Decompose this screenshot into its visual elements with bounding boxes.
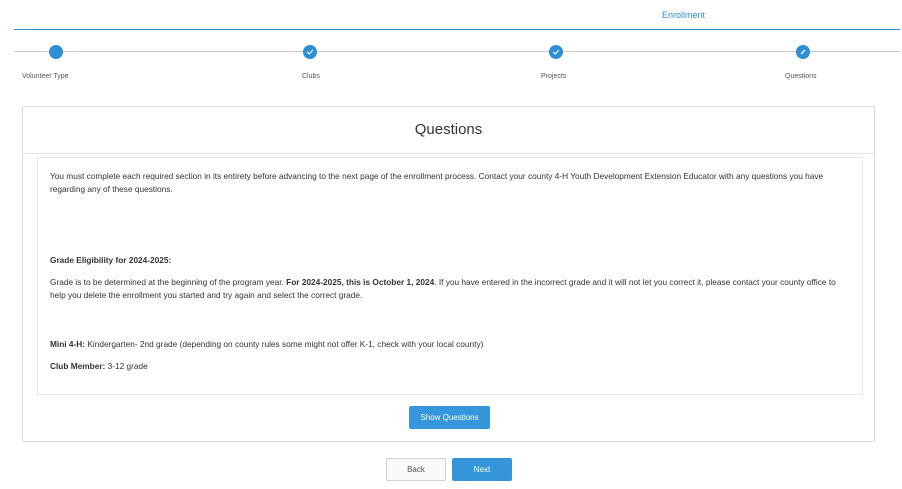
intro-text: You must complete each required section … <box>50 171 824 194</box>
filled-circle-icon <box>53 49 59 55</box>
step-label-projects: Projects <box>541 73 567 80</box>
next-button[interactable]: Next <box>452 458 512 481</box>
instructions-panel: You must complete each required section … <box>37 157 863 395</box>
grade-eligibility-heading: Grade Eligibility for 2024-2025: <box>50 255 172 265</box>
step-questions-dot[interactable] <box>796 45 810 59</box>
grade-text-part-1: Grade is to be determined at the beginni… <box>50 277 287 287</box>
stepper-line <box>14 51 900 52</box>
club-member-text: 3-12 grade <box>105 361 148 371</box>
mini-4h-text: Kindergarten- 2nd grade (depending on co… <box>85 339 484 349</box>
step-projects-dot[interactable] <box>549 45 563 59</box>
club-member-rule: Club Member: 3-12 grade <box>50 360 850 373</box>
divider <box>23 153 874 154</box>
step-clubs-dot[interactable] <box>303 45 317 59</box>
step-label-questions: Questions <box>785 73 817 80</box>
grade-date-emphasis: For 2024-2025, this is October 1, 2024 <box>286 277 435 287</box>
tab-enrollment[interactable]: Enrollment <box>662 10 705 20</box>
step-label-volunteer-type: Volunteer Type <box>22 73 69 80</box>
back-button[interactable]: Back <box>386 458 446 481</box>
page-title: Questions <box>414 121 483 138</box>
check-icon <box>306 49 314 55</box>
progress-stepper: Volunteer Type Clubs Projects Questions <box>0 38 902 84</box>
questions-card: Questions You must complete each require… <box>22 106 875 442</box>
mini-4h-label: Mini 4-H: <box>50 339 86 349</box>
pencil-icon <box>800 49 806 55</box>
club-member-label: Club Member: <box>50 361 106 371</box>
show-questions-button[interactable]: Show Questions <box>409 406 490 429</box>
check-icon <box>552 49 560 55</box>
mini-4h-rule: Mini 4-H: Kindergarten- 2nd grade (depen… <box>50 338 850 351</box>
grade-eligibility-text: Grade is to be determined at the beginni… <box>50 276 850 302</box>
step-volunteer-type-dot[interactable] <box>49 45 63 59</box>
step-label-clubs: Clubs <box>302 73 320 80</box>
enrollment-tab-bar: Enrollment <box>14 0 900 30</box>
